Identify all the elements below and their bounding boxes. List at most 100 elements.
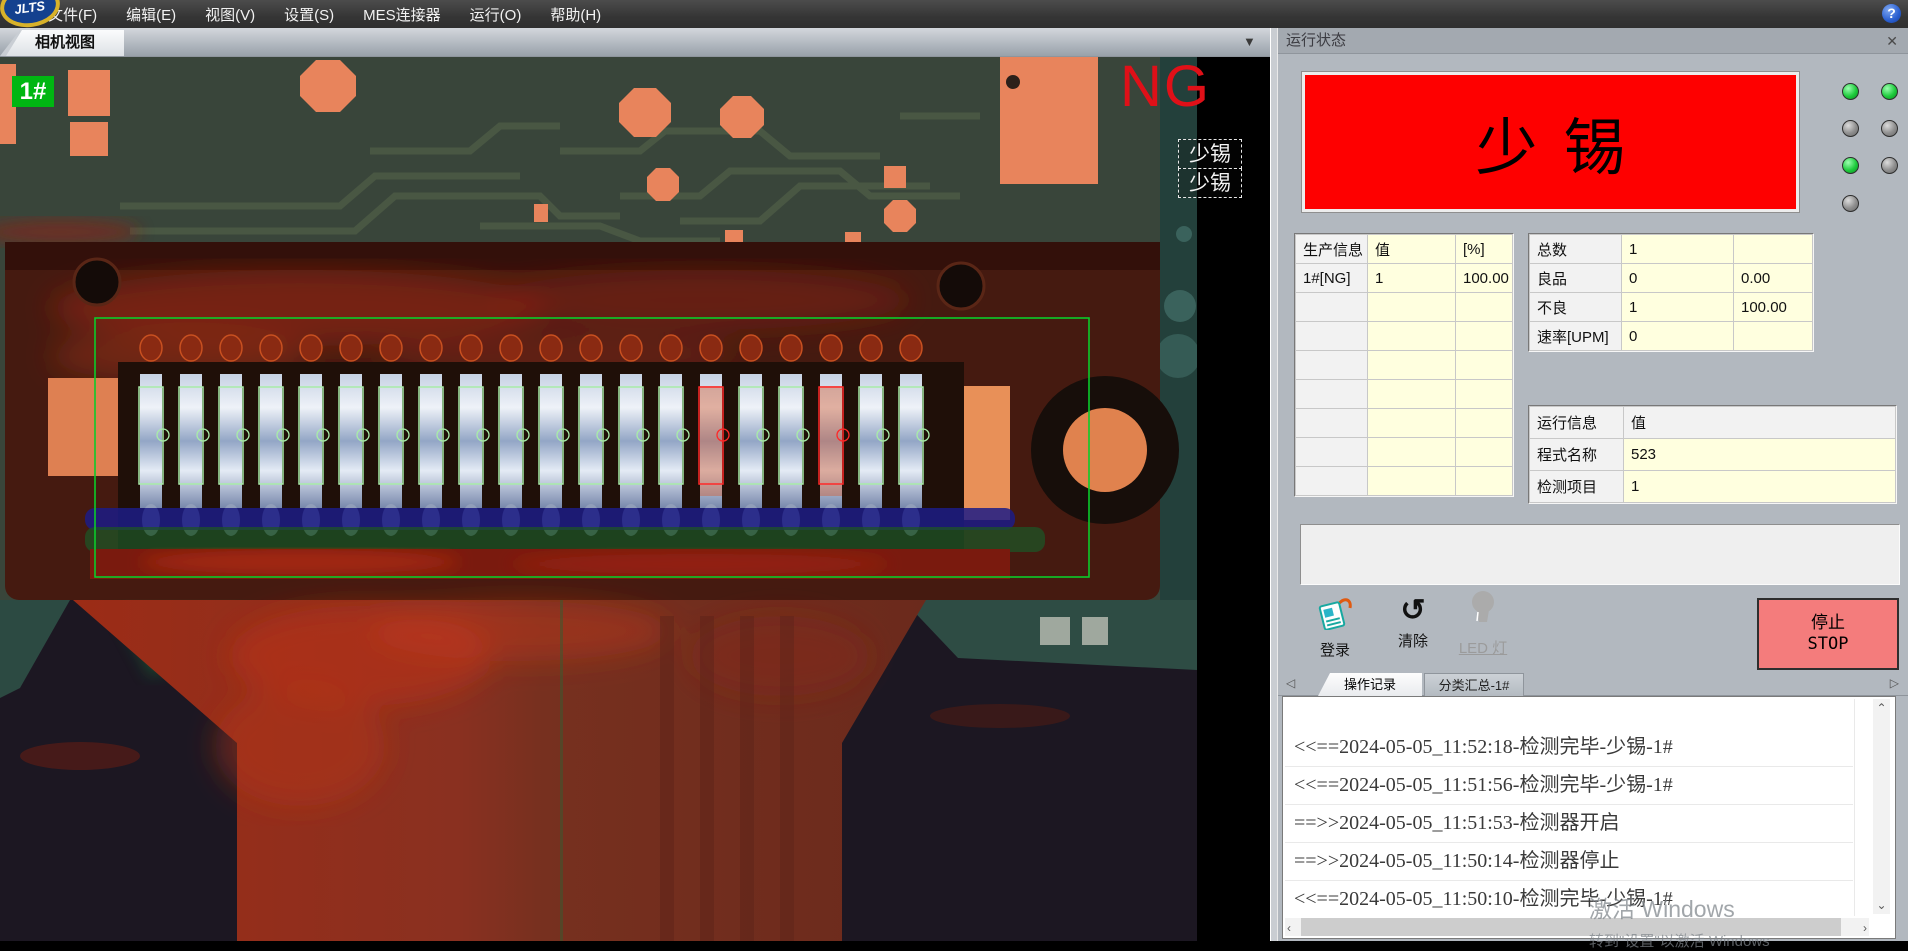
cell xyxy=(1296,467,1368,496)
cell xyxy=(1456,351,1513,380)
inspection-result-text: NG xyxy=(1120,56,1211,118)
cell: 1 xyxy=(1622,293,1734,322)
cell xyxy=(1368,351,1456,380)
clear-button[interactable]: ↺ 清除 xyxy=(1380,596,1446,651)
solder-pin xyxy=(380,374,402,508)
cell: 523 xyxy=(1624,439,1896,471)
scroll-up-icon[interactable]: ⌃ xyxy=(1873,701,1890,715)
defect-labels: 少锡少锡 xyxy=(1178,140,1242,198)
production-table: 生产信息值[%]1#[NG]1100.00 xyxy=(1295,234,1513,496)
defect-alert-box: 少锡 xyxy=(1305,75,1796,209)
tab-class-summary[interactable]: 分类汇总-1# xyxy=(1424,673,1524,696)
cell: 运行信息 xyxy=(1530,407,1624,439)
cell xyxy=(1734,235,1813,264)
table-header-row: 生产信息值[%] xyxy=(1296,235,1513,264)
solder-pin xyxy=(900,374,922,508)
light-bulb-icon xyxy=(1468,588,1498,628)
cell xyxy=(1368,467,1456,496)
menu-item-2[interactable]: 视图(V) xyxy=(205,4,255,25)
menu-item-4[interactable]: MES连接器 xyxy=(363,4,441,25)
cell xyxy=(1456,467,1513,496)
defect-alert-text: 少锡 xyxy=(1449,97,1651,187)
production-table-wrap: 生产信息值[%]1#[NG]1100.00 xyxy=(1294,233,1514,497)
defect-label-1: 少锡 xyxy=(1178,168,1242,198)
solder-pin xyxy=(500,374,522,508)
pcb-photo xyxy=(0,56,1197,941)
camera-index-badge: 1# xyxy=(12,76,54,107)
status-led-left_column-0 xyxy=(1842,83,1859,100)
status-led-right_column-1 xyxy=(1881,120,1898,137)
log-tab-strip: ◁ 操作记录 分类汇总-1# ▷ xyxy=(1278,672,1908,696)
cell: 0 xyxy=(1622,264,1734,293)
cell xyxy=(1456,322,1513,351)
cell xyxy=(1368,409,1456,438)
solder-pin xyxy=(220,374,242,508)
log-entry-0: <<==2024-05-05_11:52:18-检测完毕-少锡-1# xyxy=(1285,729,1853,767)
app-logo-icon: JLTS xyxy=(0,0,66,30)
table-row: 不良1100.00 xyxy=(1530,293,1813,322)
table-row xyxy=(1296,380,1513,409)
table-row xyxy=(1296,322,1513,351)
run-info-table-wrap: 运行信息值程式名称523检测项目1 xyxy=(1528,405,1897,504)
solder-pin xyxy=(260,374,282,508)
menu-item-1[interactable]: 编辑(E) xyxy=(126,4,176,25)
status-led-left_column-2 xyxy=(1842,157,1859,174)
panel-title-text: 运行状态 xyxy=(1286,32,1346,49)
cell: 1 xyxy=(1624,471,1896,503)
led-light-button: LED 灯 xyxy=(1450,588,1516,658)
table-row: 良品00.00 xyxy=(1530,264,1813,293)
menu-item-5[interactable]: 运行(O) xyxy=(470,4,522,25)
close-icon[interactable]: ✕ xyxy=(1886,33,1898,49)
tabbar-dropdown-icon[interactable]: ▼ xyxy=(1243,34,1256,49)
scroll-right-icon[interactable]: › xyxy=(1863,921,1867,935)
tab-operation-log[interactable]: 操作记录 xyxy=(1318,673,1422,696)
scroll-down-icon[interactable]: ⌄ xyxy=(1873,898,1890,912)
panel-splitter[interactable] xyxy=(1270,28,1277,941)
solder-pin xyxy=(420,374,442,508)
tab-camera-view[interactable]: 相机视图 xyxy=(6,30,124,56)
solder-pin xyxy=(540,374,562,508)
solder-pin xyxy=(860,374,882,508)
login-button[interactable]: 登录 xyxy=(1302,594,1368,660)
cell xyxy=(1296,293,1368,322)
led-label: LED 灯 xyxy=(1450,637,1516,658)
help-icon[interactable]: ? xyxy=(1882,4,1901,23)
cell: 100.00 xyxy=(1456,264,1513,293)
refresh-arrow-icon: ↺ xyxy=(1380,596,1446,626)
camera-view[interactable]: 1# NG 少锡少锡 xyxy=(0,56,1270,941)
cell: 1 xyxy=(1622,235,1734,264)
clear-label: 清除 xyxy=(1380,630,1446,651)
solder-pin xyxy=(620,374,642,508)
id-badge-icon xyxy=(1316,594,1354,630)
solder-pin xyxy=(180,374,202,508)
cell: 1 xyxy=(1368,264,1456,293)
scroll-left-icon[interactable]: ‹ xyxy=(1287,921,1291,935)
message-box xyxy=(1300,524,1900,585)
scrollbar-thumb[interactable] xyxy=(1301,918,1841,936)
menu-item-6[interactable]: 帮助(H) xyxy=(550,4,601,25)
horizontal-scrollbar[interactable]: ‹ › xyxy=(1285,918,1869,936)
tab-scroll-right-icon[interactable]: ▷ xyxy=(1890,676,1899,690)
operation-log[interactable]: <<==2024-05-05_11:52:18-检测完毕-少锡-1#<<==20… xyxy=(1282,696,1896,939)
tab-scroll-left-icon[interactable]: ◁ xyxy=(1286,676,1295,690)
vertical-scrollbar[interactable]: ⌃ ⌄ xyxy=(1873,699,1890,914)
solder-pin xyxy=(660,374,682,508)
cell: 速率[UPM] xyxy=(1530,322,1622,351)
table-header-row: 运行信息值 xyxy=(1530,407,1896,439)
status-led-right_column-0 xyxy=(1881,83,1898,100)
stop-button[interactable]: 停止 STOP xyxy=(1757,598,1899,670)
summary-table: 总数1良品00.00不良1100.00速率[UPM]0 xyxy=(1529,234,1813,351)
cell: 检测项目 xyxy=(1530,471,1624,503)
menu-item-3[interactable]: 设置(S) xyxy=(284,4,334,25)
log-entry-1: <<==2024-05-05_11:51:56-检测完毕-少锡-1# xyxy=(1285,767,1853,805)
menu-items: 文件(F)编辑(E)视图(V)设置(S)MES连接器运行(O)帮助(H) xyxy=(48,0,601,28)
table-row: 检测项目1 xyxy=(1530,471,1896,503)
cell xyxy=(1296,351,1368,380)
table-row xyxy=(1296,293,1513,322)
solder-pin xyxy=(580,374,602,508)
log-entry-3: ==>>2024-05-05_11:50:14-检测器停止 xyxy=(1285,843,1853,881)
cell: 1#[NG] xyxy=(1296,264,1368,293)
view-tab-bar: 相机视图 ▼ xyxy=(0,28,1270,57)
cell xyxy=(1296,380,1368,409)
solder-pin xyxy=(780,374,802,508)
